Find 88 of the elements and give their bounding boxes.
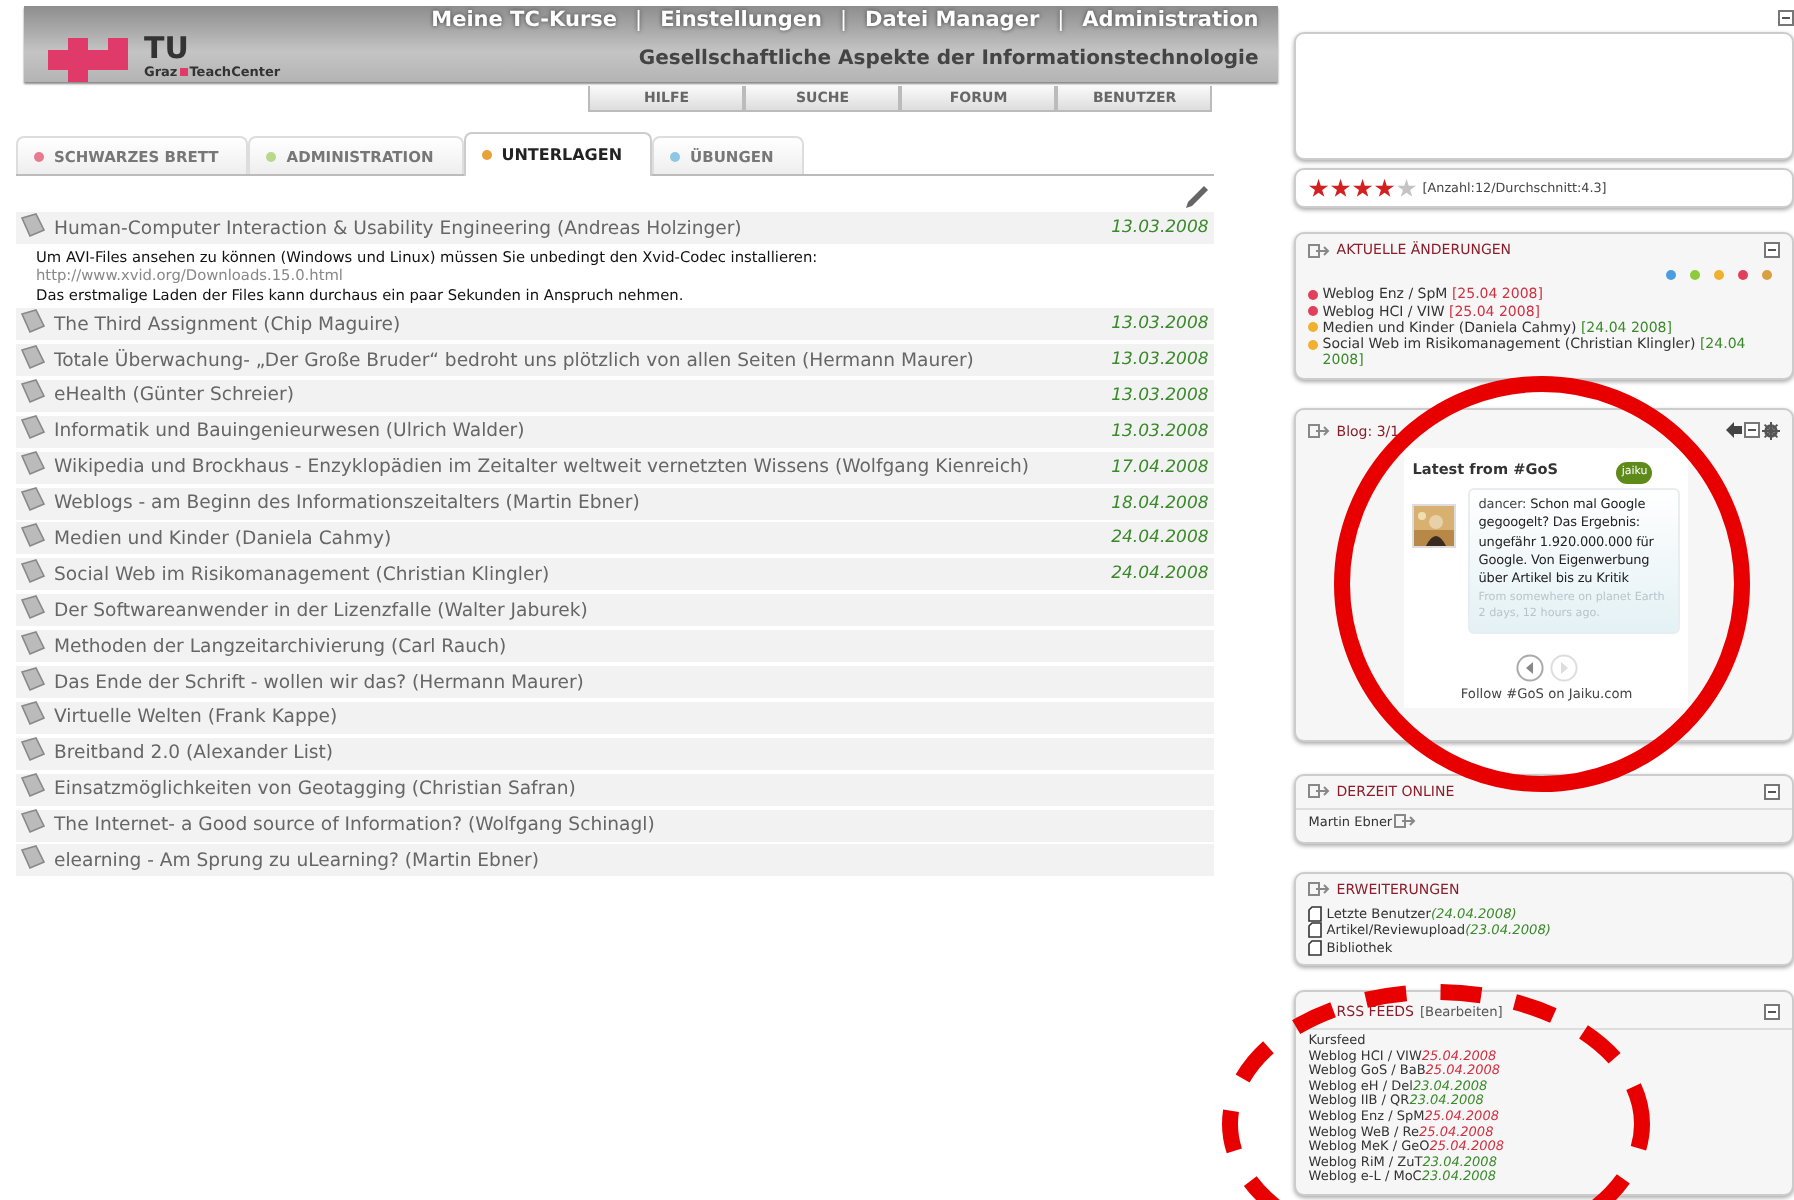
document-title: Wikipedia und Brockhaus - Enzyklopädien im Zeitalter weltweit vernetzten Wissens (Wolfgang Kienreich) bbox=[54, 456, 1031, 479]
document-icon bbox=[20, 486, 46, 513]
document-icon bbox=[20, 307, 46, 334]
top-link[interactable]: Administration bbox=[1082, 8, 1259, 32]
document-title: Das Ende der Schrift - wollen wir das? (Hermann Maurer) bbox=[54, 671, 586, 694]
document-date: 13.03.2008 bbox=[1111, 314, 1209, 335]
legend-dot[interactable] bbox=[1738, 270, 1748, 281]
document-row[interactable]: Totale Überwachung- „Der Große Bruder“ bedroht uns plötzlich von allen Seiten (Hermann Maurer) 13.03.2008 bbox=[16, 344, 1215, 376]
document-row[interactable]: Social Web im Risikomanagement (Christian Klingler) 24.04.2008 bbox=[16, 558, 1215, 591]
export-icon bbox=[1308, 784, 1331, 799]
document-row[interactable]: Weblogs - am Beginn des Informationszeitalters (Martin Ebner) 18.04.2008 bbox=[16, 487, 1215, 520]
export-icon bbox=[1308, 882, 1331, 897]
document-row[interactable]: The Internet- a Good source of Information? (Wolfgang Schinagl) bbox=[16, 809, 1215, 842]
document-icon bbox=[20, 378, 46, 405]
minimize-icon[interactable] bbox=[1764, 783, 1780, 800]
legend-dot[interactable] bbox=[1762, 270, 1772, 281]
document-title: The Third Assignment (Chip Maguire) bbox=[54, 313, 403, 336]
link-separator: | bbox=[635, 8, 643, 32]
minimize-icon[interactable] bbox=[1778, 9, 1794, 26]
document-row[interactable]: Virtuelle Welten (Frank Kappe) bbox=[16, 701, 1215, 734]
document-row[interactable]: Das Ende der Schrift - wollen wir das? (Hermann Maurer) bbox=[16, 666, 1215, 699]
legend-dot[interactable] bbox=[1714, 270, 1724, 281]
move-icon[interactable] bbox=[1726, 422, 1742, 439]
document-row[interactable]: elearning - Am Sprung zu uLearning? (Martin Ebner) bbox=[16, 844, 1215, 877]
document-icon bbox=[20, 414, 46, 441]
previous-button[interactable] bbox=[1515, 653, 1544, 682]
document-row[interactable]: The Third Assignment (Chip Maguire) 13.03.2008 bbox=[16, 308, 1215, 341]
minimize-icon[interactable] bbox=[1744, 422, 1760, 439]
logo-mark: TU bbox=[144, 34, 191, 64]
link-separator: | bbox=[839, 8, 848, 32]
document-title: Virtuelle Welten (Frank Kappe) bbox=[54, 706, 340, 729]
document-date: 24.04.2008 bbox=[1111, 528, 1209, 549]
document-row[interactable]: eHealth (Günter Schreier) 13.03.2008 bbox=[16, 379, 1215, 412]
document-title: eHealth (Günter Schreier) bbox=[54, 384, 296, 407]
document-date: 17.04.2008 bbox=[1111, 457, 1209, 478]
minimize-icon[interactable] bbox=[1764, 1004, 1780, 1021]
document-icon bbox=[20, 450, 46, 477]
document-date: 13.03.2008 bbox=[1111, 421, 1209, 442]
document-title: Breitband 2.0 (Alexander List) bbox=[54, 742, 336, 765]
document-icon bbox=[20, 808, 46, 835]
document-date: 24.04.2008 bbox=[1111, 564, 1209, 585]
document-row[interactable]: Einsatzmöglichkeiten von Geotagging (Christian Safran) bbox=[16, 773, 1215, 806]
minimize-icon[interactable] bbox=[1764, 242, 1780, 259]
document-icon bbox=[20, 665, 46, 692]
top-link[interactable]: Datei Manager bbox=[865, 8, 1040, 32]
document-icon bbox=[20, 557, 46, 584]
document-row[interactable]: Informatik und Bauingenieurwesen (Ulrich Walder) 13.03.2008 bbox=[16, 415, 1215, 448]
document-title: Einsatzmöglichkeiten von Geotagging (Christian Safran) bbox=[54, 778, 578, 801]
document-title: elearning - Am Sprung zu uLearning? (Martin Ebner) bbox=[54, 849, 541, 872]
link-separator: | bbox=[1057, 8, 1065, 32]
star-rating[interactable] bbox=[1308, 178, 1417, 199]
course-title: Gesellschaftliche Aspekte der Informationstechnologie bbox=[638, 48, 1259, 70]
top-link[interactable]: Meine TC-Kurse bbox=[431, 8, 618, 32]
tab[interactable]: UNTERLAGEN bbox=[463, 132, 653, 176]
document-icon bbox=[20, 593, 46, 620]
document-title: Totale Überwachung- „Der Große Bruder“ bedroht uns plötzlich von allen Seiten (Hermann Maurer) bbox=[54, 349, 976, 371]
document-icon bbox=[20, 843, 46, 870]
document-title: Medien und Kinder (Daniela Cahmy) bbox=[54, 527, 394, 550]
document-icon bbox=[20, 521, 46, 548]
document-date: 13.03.2008 bbox=[1111, 218, 1209, 238]
top-link[interactable]: Einstellungen bbox=[660, 8, 822, 32]
document-date: 18.04.2008 bbox=[1111, 493, 1209, 514]
document-row[interactable]: Breitband 2.0 (Alexander List) bbox=[16, 737, 1215, 770]
export-icon bbox=[1308, 424, 1331, 439]
document-date: 13.03.2008 bbox=[1111, 385, 1209, 406]
document-row[interactable]: Der Softwareanwender in der Lizenzfalle (Walter Jaburek) bbox=[16, 594, 1215, 627]
document-icon bbox=[20, 772, 46, 799]
document-row[interactable]: Wikipedia und Brockhaus - Enzyklopädien im Zeitalter weltweit vernetzten Wissens (Wolfgang Kienreich) 17.04.2008 bbox=[16, 451, 1215, 484]
document-title: Methoden der Langzeitarchivierung (Carl Rauch) bbox=[54, 635, 509, 658]
export-icon bbox=[1394, 814, 1417, 829]
document-row[interactable]: Medien und Kinder (Daniela Cahmy) 24.04.2008 bbox=[16, 522, 1215, 555]
document-title: Weblogs - am Beginn des Informationszeitalters (Martin Ebner) bbox=[54, 492, 642, 515]
document-date: 13.03.2008 bbox=[1111, 350, 1209, 370]
document-title: Informatik und Bauingenieurwesen (Ulrich Walder) bbox=[54, 420, 527, 443]
document-title: Social Web im Risikomanagement (Christian Klingler) bbox=[54, 563, 552, 586]
gear-icon[interactable] bbox=[1762, 422, 1780, 441]
export-icon bbox=[1308, 243, 1331, 258]
legend-dot[interactable] bbox=[1690, 270, 1700, 281]
document-icon bbox=[20, 736, 46, 763]
document-title: Der Softwareanwender in der Lizenzfalle (Walter Jaburek) bbox=[54, 599, 590, 622]
document-icon bbox=[20, 700, 46, 727]
legend-dot[interactable] bbox=[1666, 270, 1676, 281]
document-row[interactable]: Human-Computer Interaction & Usability Engineering (Andreas Holzinger) 13.03.2008 bbox=[16, 212, 1215, 244]
document-title: The Internet- a Good source of Information? (Wolfgang Schinagl) bbox=[54, 814, 657, 837]
document-icon bbox=[20, 629, 46, 656]
document-row[interactable]: Methoden der Langzeitarchivierung (Carl Rauch) bbox=[16, 630, 1215, 663]
document-icon bbox=[20, 211, 46, 237]
document-title: Human-Computer Interaction & Usability Engineering (Andreas Holzinger) bbox=[54, 217, 744, 239]
